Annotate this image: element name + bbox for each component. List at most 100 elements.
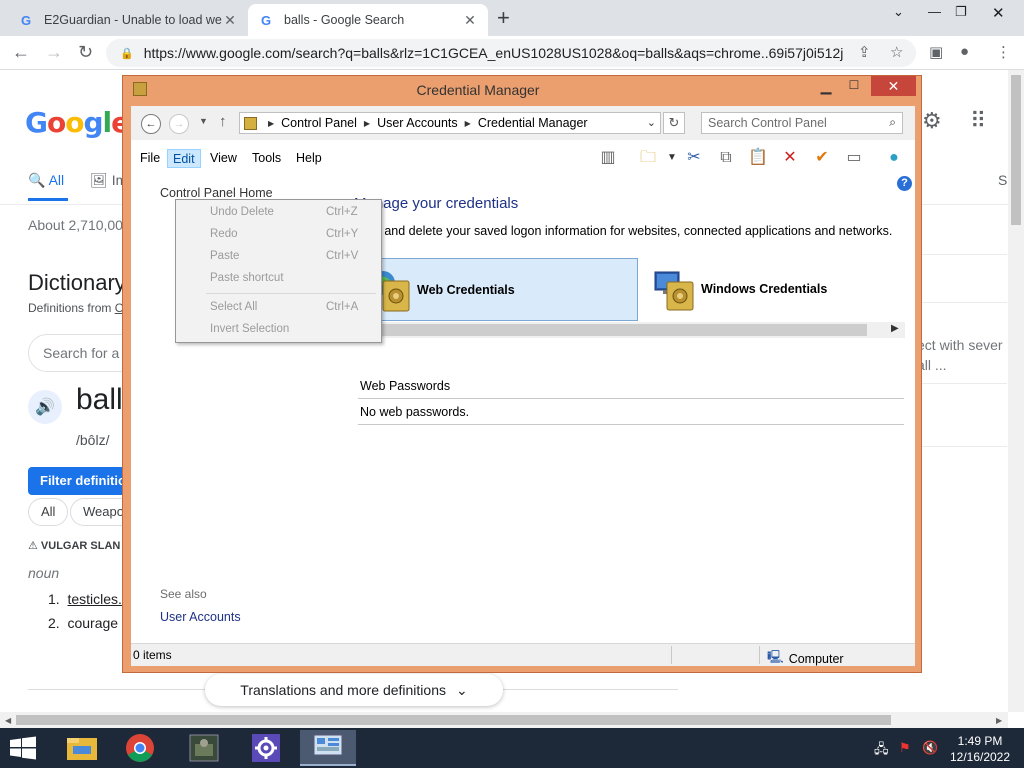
scroll-thumb[interactable] (16, 715, 891, 725)
translations-label: Translations and more definitions (240, 682, 446, 698)
search-control-panel-input[interactable]: Search Control Panel ⌕ (701, 112, 903, 134)
new-tab-icon[interactable]: + (497, 5, 510, 31)
menu-select-all[interactable]: Select All Ctrl+A (176, 299, 381, 317)
close-icon[interactable]: ✕ (871, 76, 916, 96)
def-link[interactable]: testicles. (67, 591, 121, 607)
help-icon[interactable]: ? (897, 176, 912, 191)
action-center-flag-icon[interactable]: ⚑ (899, 740, 911, 756)
folder-options-icon[interactable]: 🗀 (637, 147, 659, 169)
restore-icon[interactable]: ❐ (955, 4, 967, 20)
chrome-taskbar-icon[interactable] (112, 730, 168, 766)
settings-gear-icon[interactable]: ⚙ (922, 108, 942, 134)
tab-all[interactable]: 🔍 All (28, 172, 64, 188)
chip-weapon[interactable]: Weapo (70, 498, 126, 526)
chevron-right-icon[interactable]: ▶ (364, 119, 370, 128)
breadcrumb-credential-manager[interactable]: Credential Manager (478, 116, 588, 130)
chevron-right-icon[interactable]: ▶ (465, 119, 471, 128)
address-dropdown-icon[interactable]: ⌄ (647, 116, 656, 129)
scroll-thumb[interactable] (371, 324, 867, 336)
tab-close-icon[interactable]: ✕ (222, 12, 238, 29)
side-panel-icon[interactable]: ▣ (929, 43, 943, 61)
search-icon[interactable]: ⌕ (889, 115, 896, 130)
maximize-icon[interactable]: ☐ (841, 78, 867, 98)
web-credentials-tile[interactable]: Web Credentials (356, 258, 638, 321)
browser-tab-google-search[interactable]: G balls - Google Search ✕ (248, 4, 488, 36)
browser-tab-e2guardian[interactable]: G E2Guardian - Unable to load web ✕ (8, 4, 248, 36)
recent-pages-chevron-icon[interactable]: ▼ (199, 116, 208, 126)
menu-undo-delete[interactable]: Undo Delete Ctrl+Z (176, 204, 381, 222)
filter-definitions-button[interactable]: Filter definition (28, 467, 128, 495)
windows-start-icon[interactable] (8, 736, 38, 760)
copy-icon[interactable]: ⧉ (715, 147, 737, 169)
refresh-icon[interactable]: ↻ (663, 112, 685, 134)
minimize-icon[interactable]: — (928, 4, 941, 19)
chevron-right-icon[interactable]: ▶ (268, 119, 274, 128)
rename-icon[interactable]: ▭ (843, 147, 865, 169)
close-icon[interactable]: ✕ (992, 4, 1005, 22)
network-icon[interactable]: 🖧 (874, 740, 889, 762)
windows-credentials-tile[interactable]: Windows Credentials (641, 258, 911, 321)
item-label: Invert Selection (210, 323, 290, 335)
menu-paste[interactable]: Paste Ctrl+V (176, 248, 381, 266)
network-globe-icon[interactable]: ● (883, 147, 905, 169)
back-icon[interactable]: ← (12, 42, 30, 63)
menu-help[interactable]: Help (291, 149, 327, 168)
properties-check-icon[interactable]: ✔ (811, 147, 833, 169)
forward-icon[interactable]: → (45, 42, 63, 63)
volume-muted-icon[interactable]: 🔇 (922, 740, 938, 756)
window-titlebar[interactable]: Credential Manager ▁ ☐ ✕ (123, 76, 921, 104)
item-label: Redo (210, 228, 238, 240)
menu-edit[interactable]: Edit (167, 149, 201, 168)
reload-icon[interactable]: ↻ (78, 42, 93, 63)
cut-icon[interactable]: ✂ (683, 147, 705, 169)
scroll-thumb[interactable] (1011, 75, 1021, 225)
scroll-right-icon[interactable]: ▶ (996, 716, 1002, 725)
chip-all[interactable]: All (28, 498, 69, 526)
apps-grid-icon[interactable]: ⠿ (970, 108, 986, 134)
menu-view[interactable]: View (205, 149, 242, 168)
page-horizontal-scrollbar[interactable]: ◀ ▶ (0, 712, 1008, 728)
tab-search-icon[interactable]: ⌄ (893, 4, 904, 20)
forward-arrow-icon[interactable]: → (169, 114, 189, 134)
control-panel-taskbar-icon[interactable] (300, 730, 356, 766)
credentials-horizontal-scrollbar[interactable]: ◀ ▶ (357, 322, 905, 338)
minimize-icon[interactable]: ▁ (813, 78, 839, 98)
settings-taskbar-icon[interactable] (238, 730, 294, 766)
game-taskbar-icon[interactable] (176, 730, 232, 766)
bookmark-star-icon[interactable]: ☆ (890, 43, 903, 61)
delete-icon[interactable]: ✕ (779, 147, 801, 169)
tab-close-icon[interactable]: ✕ (462, 12, 478, 29)
control-panel-home-link[interactable]: Control Panel Home (160, 186, 273, 200)
page-vertical-scrollbar[interactable] (1008, 70, 1024, 712)
scroll-left-icon[interactable]: ◀ (5, 716, 11, 725)
gear-icon (252, 734, 280, 762)
address-bar[interactable]: 🔒 https://www.google.com/search?q=balls&… (106, 39, 916, 67)
menu-file[interactable]: File (135, 149, 165, 168)
scroll-right-icon[interactable]: ▶ (891, 323, 899, 334)
profile-avatar-icon[interactable]: ● (960, 43, 969, 60)
breadcrumb[interactable]: ▶ Control Panel ▶ User Accounts ▶ Creden… (239, 112, 661, 134)
paste-icon[interactable]: 📋 (747, 147, 769, 169)
no-passwords-text: No web passwords. (360, 405, 470, 419)
share-icon[interactable]: ⇪ (858, 43, 871, 61)
tab-right-partial[interactable]: S (998, 172, 1007, 188)
def-num: 2. (48, 615, 60, 631)
item-label: Undo Delete (210, 206, 274, 218)
system-clock[interactable]: 1:49 PM 12/16/2022 (940, 733, 1020, 765)
breadcrumb-control-panel[interactable]: Control Panel (281, 116, 357, 130)
speaker-icon[interactable]: 🔊 (28, 390, 62, 424)
back-arrow-icon[interactable]: ← (141, 114, 161, 134)
translations-button[interactable]: Translations and more definitions ⌄ (205, 674, 503, 706)
google-logo[interactable]: Google (25, 106, 130, 139)
up-arrow-icon[interactable]: ↑ (219, 113, 227, 130)
menu-paste-shortcut[interactable]: Paste shortcut (176, 270, 381, 288)
breadcrumb-user-accounts[interactable]: User Accounts (377, 116, 458, 130)
file-explorer-taskbar-icon[interactable] (54, 730, 110, 766)
dropdown-icon[interactable]: ▼ (661, 147, 683, 169)
menu-invert-selection[interactable]: Invert Selection (176, 321, 381, 339)
user-accounts-link[interactable]: User Accounts (160, 610, 241, 624)
layout-icon[interactable]: ▥ (597, 147, 619, 169)
menu-tools[interactable]: Tools (247, 149, 286, 168)
menu-redo[interactable]: Redo Ctrl+Y (176, 226, 381, 244)
chrome-menu-icon[interactable]: ⋮ (996, 43, 1011, 61)
